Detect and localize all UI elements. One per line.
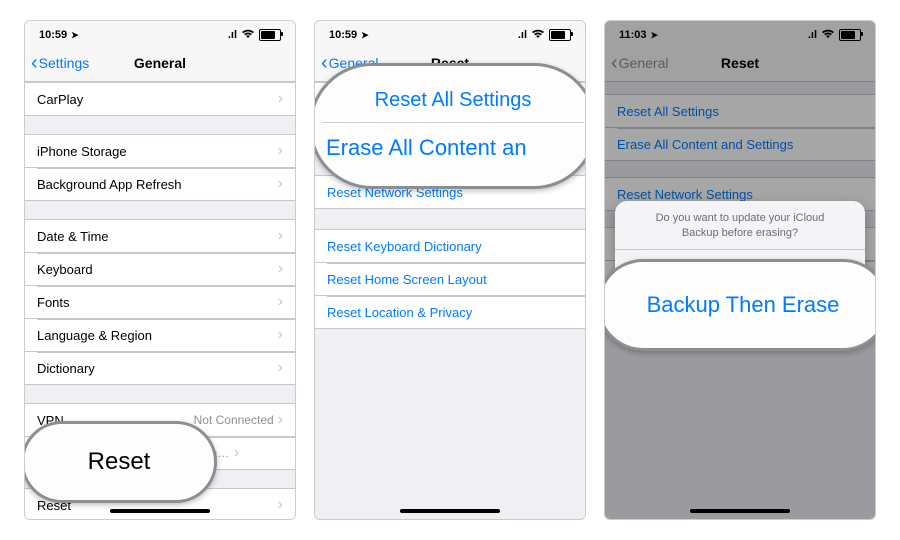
vpn-status: Not Connected — [194, 413, 274, 427]
row-date-time[interactable]: Date & Time › — [25, 219, 295, 253]
home-indicator[interactable] — [690, 509, 790, 513]
row-fonts[interactable]: Fonts › — [25, 286, 295, 319]
sheet-message: Do you want to update your iCloud Backup… — [615, 201, 865, 249]
chevron-right-icon: › — [278, 496, 283, 514]
signal-icon: .ıl — [228, 29, 237, 41]
row-iphone-storage[interactable]: iPhone Storage › — [25, 134, 295, 168]
chevron-right-icon: › — [278, 293, 283, 311]
row-reset-keyboard-dict[interactable]: Reset Keyboard Dictionary — [315, 229, 585, 263]
wifi-icon — [821, 29, 835, 42]
location-icon: ➤ — [651, 30, 659, 41]
home-indicator[interactable] — [110, 509, 210, 513]
location-icon: ➤ — [361, 30, 369, 41]
chevron-right-icon: › — [234, 444, 239, 462]
callout-backup-then-erase: Backup Then Erase — [604, 259, 876, 351]
nav-bar: ‹ General Reset — [605, 45, 875, 82]
chevron-left-icon: ‹ — [321, 53, 328, 73]
signal-icon: .ıl — [518, 29, 527, 41]
chevron-right-icon: › — [278, 359, 283, 377]
callout-reset: Reset — [24, 421, 217, 503]
wifi-icon — [531, 29, 545, 42]
battery-icon — [549, 29, 571, 41]
row-carplay[interactable]: CarPlay › — [25, 82, 295, 116]
callout-label: Reset — [88, 448, 151, 476]
status-time: 11:03 — [619, 29, 647, 41]
battery-icon — [839, 29, 861, 41]
nav-back-label: Settings — [39, 55, 90, 71]
signal-icon: .ıl — [808, 29, 817, 41]
chevron-right-icon: › — [278, 90, 283, 108]
row-reset-location-privacy[interactable]: Reset Location & Privacy — [315, 296, 585, 329]
status-time: 10:59 — [39, 29, 67, 41]
row-reset-home-screen[interactable]: Reset Home Screen Layout — [315, 263, 585, 296]
chevron-right-icon: › — [278, 142, 283, 160]
wifi-icon — [241, 29, 255, 42]
callout-label: Backup Then Erase — [647, 292, 840, 318]
phone-backup-prompt: 11:03 ➤ .ıl ‹ General Reset Reset All Se… — [604, 20, 876, 520]
battery-icon — [259, 29, 281, 41]
phone-general-settings: 10:59 ➤ .ıl ‹ Settings General CarPlay ›… — [24, 20, 296, 520]
chevron-left-icon: ‹ — [611, 53, 618, 73]
status-bar: 11:03 ➤ .ıl — [605, 21, 875, 45]
phone-reset-menu: 10:59 ➤ .ıl ‹ General Reset Reset All Se… — [314, 20, 586, 520]
nav-back-label: General — [619, 55, 669, 71]
chevron-right-icon: › — [278, 175, 283, 193]
chevron-left-icon: ‹ — [31, 53, 38, 73]
callout-line2: Erase All Content an — [322, 123, 584, 167]
row-background-app-refresh[interactable]: Background App Refresh › — [25, 168, 295, 201]
chevron-right-icon: › — [278, 411, 283, 429]
row-keyboard[interactable]: Keyboard › — [25, 253, 295, 286]
nav-back-button: ‹ General — [605, 53, 668, 73]
location-icon: ➤ — [71, 30, 79, 41]
row-reset-all-settings: Reset All Settings — [605, 94, 875, 128]
chevron-right-icon: › — [278, 326, 283, 344]
status-bar: 10:59 ➤ .ıl — [25, 21, 295, 45]
chevron-right-icon: › — [278, 260, 283, 278]
row-erase-all-content: Erase All Content and Settings — [605, 128, 875, 161]
status-bar: 10:59 ➤ .ıl — [315, 21, 585, 45]
row-language-region[interactable]: Language & Region › — [25, 319, 295, 352]
chevron-right-icon: › — [278, 227, 283, 245]
nav-bar: ‹ Settings General — [25, 45, 295, 82]
callout-line1: Reset All Settings — [322, 85, 584, 123]
status-time: 10:59 — [329, 29, 357, 41]
callout-erase-all: Reset All Settings Erase All Content an — [314, 63, 586, 189]
row-dictionary[interactable]: Dictionary › — [25, 352, 295, 385]
home-indicator[interactable] — [400, 509, 500, 513]
nav-back-button[interactable]: ‹ Settings — [25, 53, 89, 73]
